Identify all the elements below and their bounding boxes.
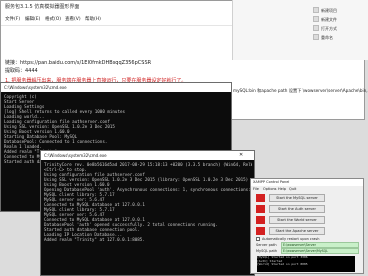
panel-titlebar[interactable]: XAMPP Control Panel <box>251 179 363 186</box>
console-title: C:\Windows\system32\cmd.exe <box>44 153 107 158</box>
world-status-icon <box>256 216 265 224</box>
menu-view[interactable]: 查看(V) <box>65 16 81 22</box>
autostart-checkbox[interactable] <box>256 237 260 241</box>
context-item[interactable]: 重命名 <box>321 35 333 41</box>
panel-menu-file[interactable]: File <box>253 187 259 191</box>
start-mysql-button[interactable]: Start the MySQL server <box>269 194 325 202</box>
field-label: Server path <box>256 243 277 247</box>
start-apache-button[interactable]: Start the Apache server <box>269 227 325 235</box>
menu-format[interactable]: 格式(O) <box>45 16 61 22</box>
item-icon <box>313 7 319 13</box>
path-note: mySQL:bin 和apache path 设置下 \wowserver\se… <box>233 88 368 93</box>
console-titlebar[interactable]: C:\Windows\system32\cmd.exe ✕ <box>41 151 254 160</box>
console-title: C:\Windows\system32\cmd.exe <box>4 85 67 90</box>
field-label: MySQL path <box>256 249 278 253</box>
console-output: TrinityCore rev. 0e8b5616d5ad 2017-08-29… <box>44 162 252 242</box>
mysql-status-icon <box>256 194 265 202</box>
item-icon <box>313 16 319 22</box>
link-line: 链接：https://pan.baidu.com/s/1EI0fmkDHBsqq… <box>5 60 152 66</box>
panel-menu-options[interactable]: Options <box>263 187 277 191</box>
console-window-main: C:\Windows\system32\cmd.exe ✕ TrinityCor… <box>40 150 255 276</box>
context-item[interactable]: 打开方式 <box>321 26 337 32</box>
panel-title: XAMPP Control Panel <box>253 180 290 184</box>
item-icon <box>313 25 319 31</box>
console-titlebar[interactable]: C:\Windows\system32\cmd.exe <box>1 83 231 92</box>
panel-menu-quit[interactable]: Quit <box>289 187 296 191</box>
menu-help[interactable]: 帮助(H) <box>85 16 101 22</box>
start-auth-button[interactable]: Start the Auth server <box>269 205 325 213</box>
autostart-label: Automatically restart upon crash <box>262 237 320 241</box>
panel-log: [MySQL] Started on port 3306 [Auth] Star… <box>257 255 355 272</box>
menu-edit[interactable]: 编辑(E) <box>25 16 40 22</box>
apache-status-icon <box>256 227 265 235</box>
notepad-title: 服务包3.1.5 仿真模拟器图形界面 <box>5 4 80 10</box>
mysql-path-field[interactable]: E:\wowserver\Server\MySQL <box>281 248 359 254</box>
context-pane: 新建项目 新建文件 打开方式 重命名 <box>232 0 368 60</box>
context-item[interactable]: 新建项目 <box>321 8 337 14</box>
close-icon[interactable]: ✕ <box>239 152 243 158</box>
auth-status-icon <box>256 205 265 213</box>
console-line: Added realm "Trinity" at 127.0.0.1:8085. <box>44 237 145 242</box>
context-item[interactable]: 新建文件 <box>321 17 337 23</box>
menu-file[interactable]: 文件(F) <box>5 16 20 22</box>
code-line: 提取码：4444 <box>5 68 38 74</box>
panel-menu-help[interactable]: Help <box>278 187 286 191</box>
start-world-button[interactable]: Start the World server <box>269 216 325 224</box>
control-panel-window: XAMPP Control Panel File Options Help Qu… <box>250 178 364 274</box>
item-icon <box>313 34 319 40</box>
log-line: [World] Started on port 8085 <box>257 262 308 267</box>
